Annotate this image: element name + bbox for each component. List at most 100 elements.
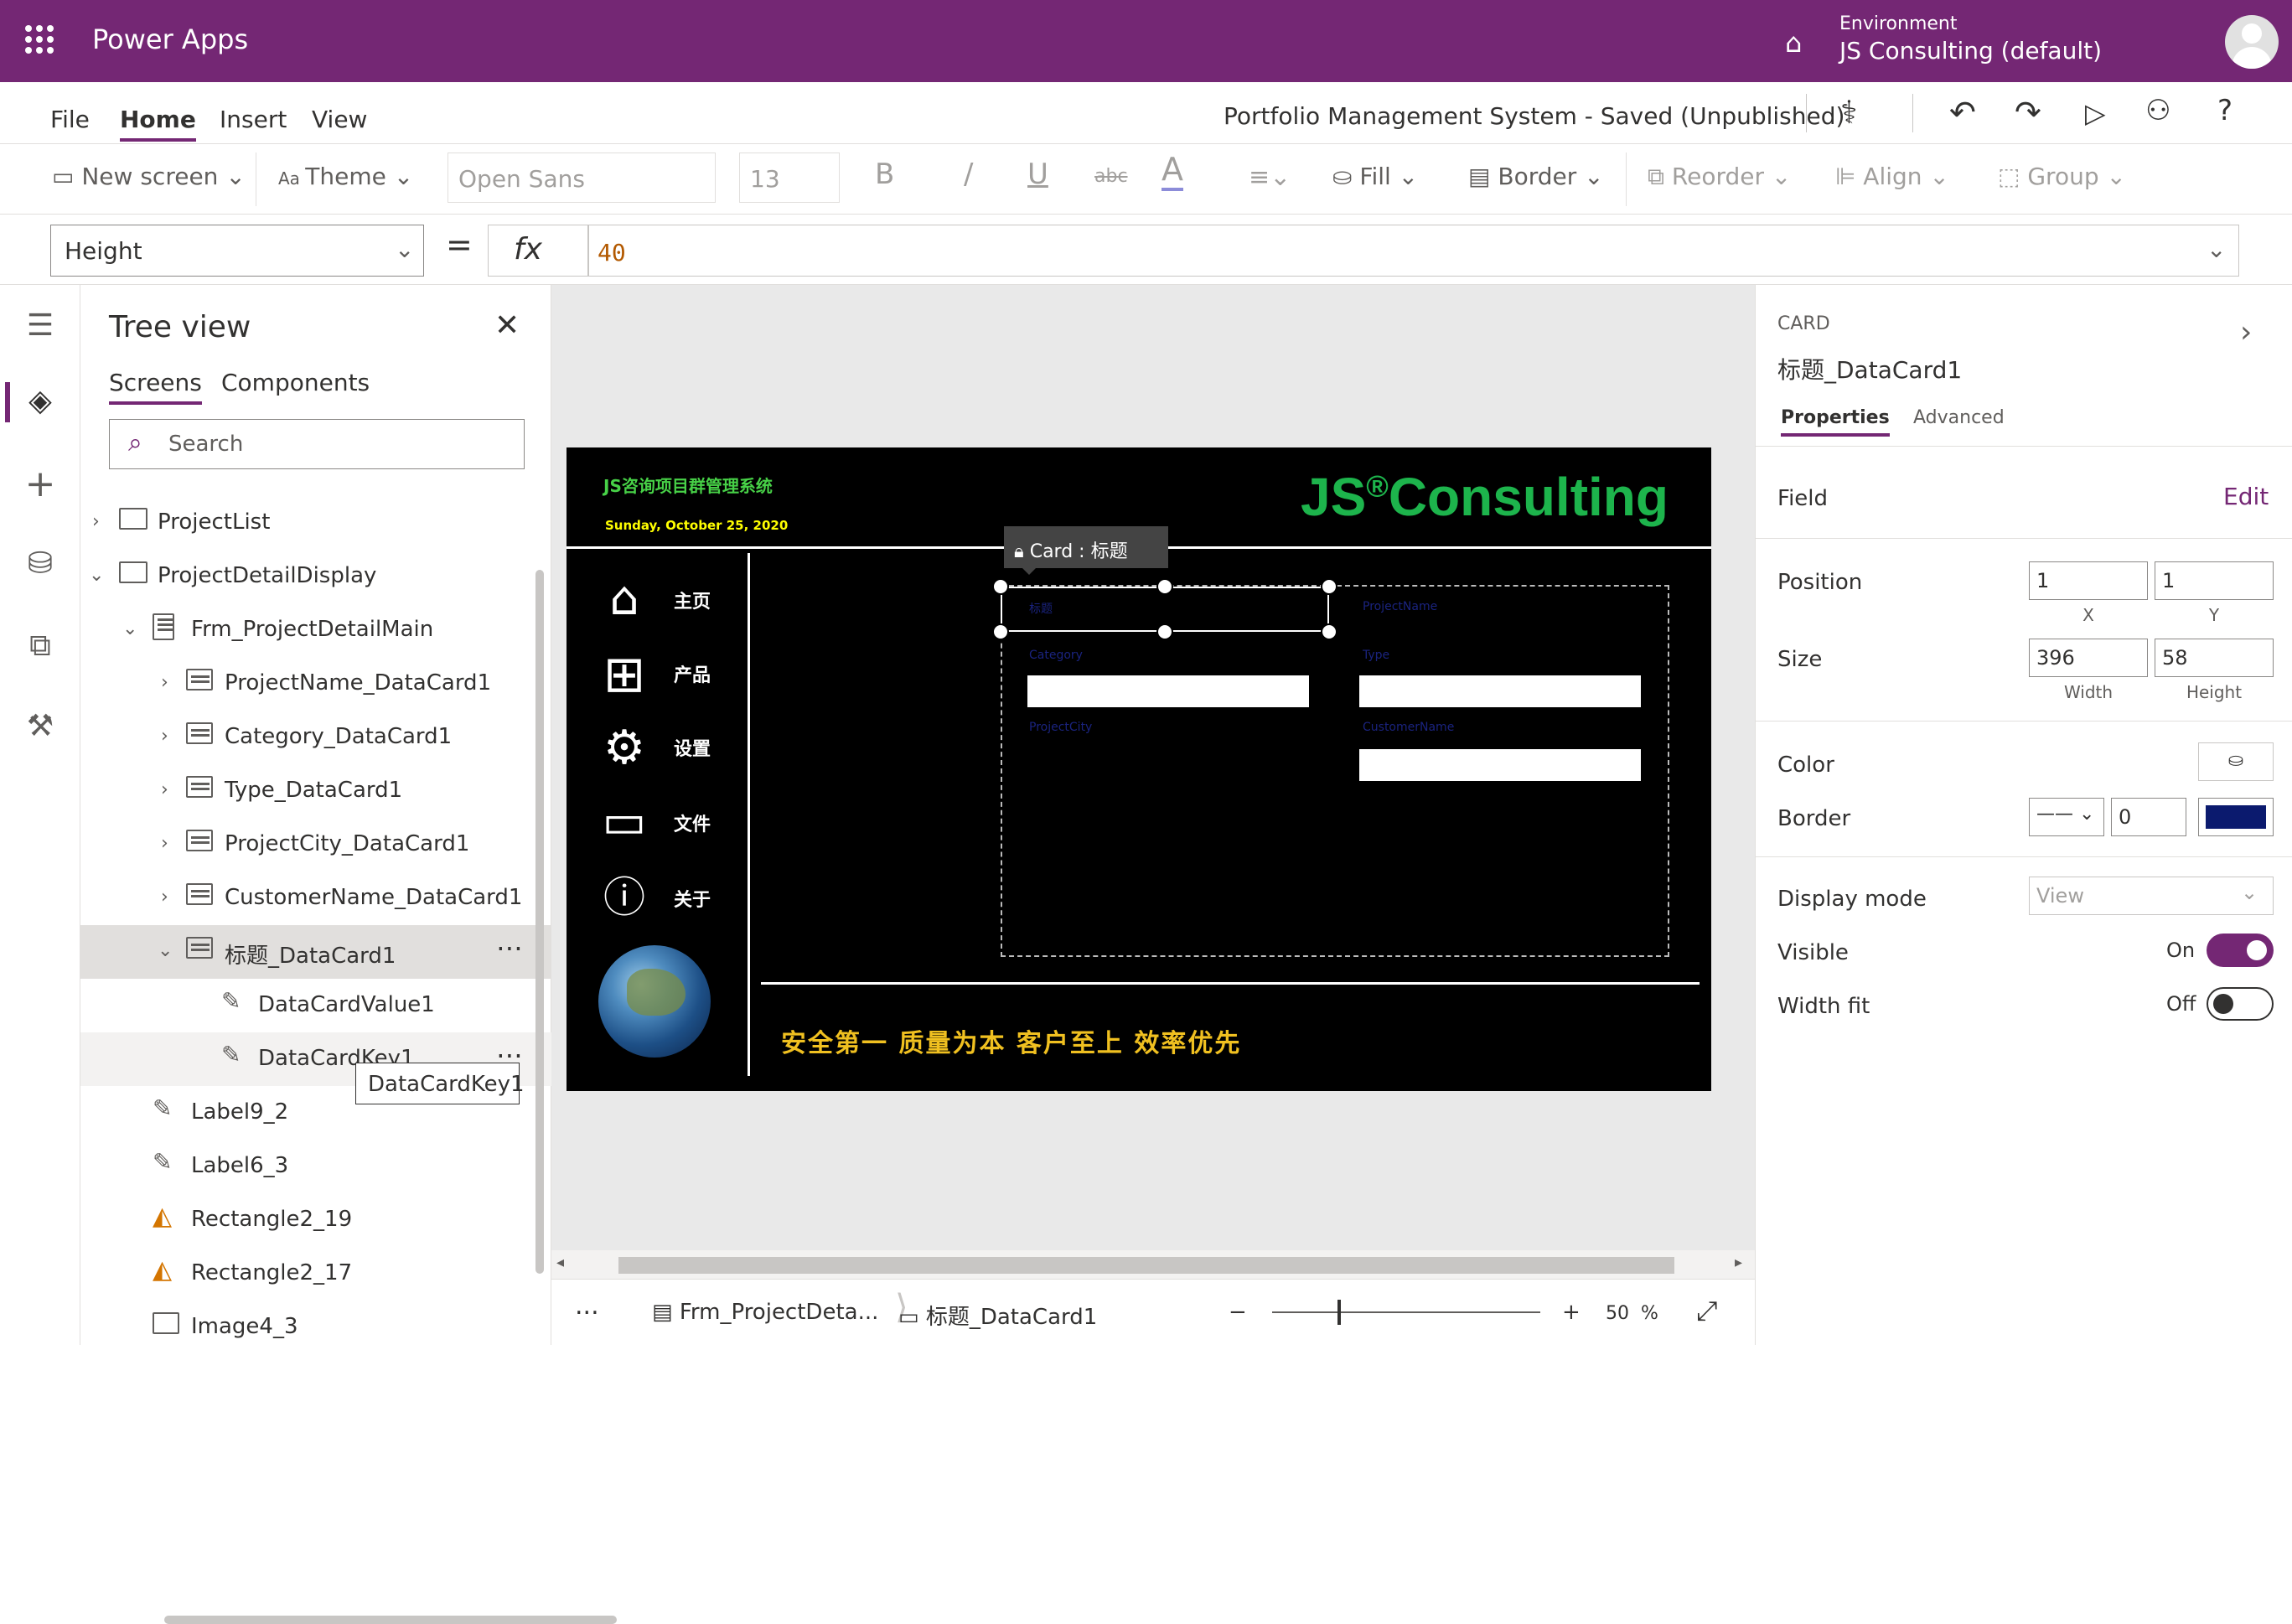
share-user-icon[interactable]: ⚇ [2145, 94, 2170, 127]
chevron-right-icon[interactable]: › [161, 726, 168, 747]
customername-input[interactable] [1359, 749, 1641, 781]
zoom-value[interactable]: 50 [1606, 1303, 1629, 1324]
display-mode-select[interactable]: View ⌄ [2029, 877, 2274, 915]
media-icon[interactable]: ⧉ [20, 628, 60, 664]
tab-components[interactable]: Components [221, 369, 370, 396]
chevron-down-icon[interactable]: ⌄ [122, 618, 137, 639]
font-color-button[interactable]: A [1162, 151, 1183, 191]
tree-view-layers-icon[interactable]: ◈ [20, 384, 60, 418]
nav-label-home[interactable]: 主页 [674, 587, 711, 613]
align-button[interactable]: ⊫ Align ⌄ [1835, 163, 1949, 190]
tab-properties[interactable]: Properties [1781, 407, 1890, 437]
info-icon[interactable]: ⓘ [597, 870, 652, 925]
user-avatar[interactable] [2225, 15, 2279, 69]
expand-formula-icon[interactable]: ⌄ [2207, 235, 2226, 263]
app-screen-preview[interactable]: JS咨询项目群管理系统 Sunday, October 25, 2020 JS®… [567, 447, 1711, 1091]
font-size-select[interactable]: 13 [739, 153, 840, 203]
chevron-right-icon[interactable]: › [161, 672, 168, 693]
tree-item[interactable]: ✎ Label6_3 [80, 1140, 551, 1193]
chevron-down-icon[interactable]: ⌄ [89, 565, 104, 586]
chevron-right-icon[interactable]: › [161, 833, 168, 854]
close-icon[interactable]: ✕ [494, 308, 520, 343]
undo-icon[interactable]: ↶ [1949, 94, 1976, 131]
nav-label-products[interactable]: 产品 [674, 660, 711, 687]
tree-item[interactable]: › ProjectCity_DataCard1 [80, 818, 551, 871]
strikethrough-button[interactable]: abc [1094, 166, 1128, 187]
advanced-tools-icon[interactable]: ⚒ [20, 709, 60, 743]
menu-file[interactable]: File [50, 106, 90, 133]
tree-item[interactable]: › ProjectName_DataCard1 [80, 657, 551, 711]
tree-horizontal-scrollbar[interactable] [164, 1616, 617, 1624]
grid-apps-icon[interactable]: ⊞ [597, 647, 652, 702]
fit-to-window-icon[interactable]: ⤢ [1696, 1295, 1718, 1327]
position-y-input[interactable]: 1 [2155, 561, 2274, 600]
app-launcher-icon[interactable] [25, 25, 54, 54]
color-picker-icon[interactable]: ⛀ [2198, 742, 2274, 781]
resize-handle[interactable] [1321, 623, 1337, 640]
chevron-right-icon[interactable]: › [161, 779, 168, 800]
tree-item[interactable]: › Type_DataCard1 [80, 764, 551, 818]
nav-label-settings[interactable]: 设置 [674, 734, 711, 761]
help-icon[interactable]: ? [2217, 94, 2233, 127]
app-name[interactable]: Power Apps [92, 23, 248, 55]
tab-advanced[interactable]: Advanced [1913, 407, 2005, 428]
tree-item[interactable]: ⌄ Frm_ProjectDetailMain [80, 603, 551, 657]
tree-item[interactable]: Image4_3 [80, 1301, 551, 1354]
tree-item[interactable]: › ProjectList [80, 496, 551, 550]
data-cylinder-icon[interactable]: ⛁ [20, 546, 60, 581]
tree-item[interactable]: › CustomerName_DataCard1 [80, 871, 551, 925]
tree-item[interactable]: › Category_DataCard1 [80, 711, 551, 764]
environment-icon[interactable]: ⌂ [1785, 27, 1802, 59]
category-input[interactable] [1027, 675, 1309, 707]
home-icon[interactable]: ⌂ [597, 572, 652, 627]
tab-screens[interactable]: Screens [109, 369, 202, 405]
environment-name[interactable]: JS Consulting (default) [1839, 37, 2102, 65]
tree-scrollbar[interactable] [535, 570, 544, 1274]
nav-label-files[interactable]: 文件 [674, 809, 711, 836]
scroll-left-icon[interactable]: ◂ [556, 1254, 564, 1271]
reorder-button[interactable]: ⧉ Reorder ⌄ [1648, 163, 1791, 191]
resize-handle[interactable] [992, 623, 1009, 640]
type-input[interactable] [1359, 675, 1641, 707]
zoom-slider-thumb[interactable] [1337, 1300, 1341, 1325]
insert-plus-icon[interactable]: + [20, 463, 60, 505]
resize-handle[interactable] [1156, 578, 1173, 595]
more-options-icon[interactable]: ⋯ [496, 932, 523, 964]
resize-handle[interactable] [1321, 578, 1337, 595]
tree-item-selected[interactable]: ⌄ 标题_DataCard1 ⋯ [80, 925, 551, 979]
width-fit-toggle[interactable] [2207, 987, 2274, 1021]
preview-play-icon[interactable]: ▷ [2085, 97, 2106, 129]
menu-home[interactable]: Home [120, 106, 196, 142]
tree-item[interactable]: ◭ Rectangle2_19 [80, 1193, 551, 1247]
position-x-input[interactable]: 1 [2029, 561, 2148, 600]
gear-icon[interactable]: ⚙ [597, 721, 652, 776]
fill-button[interactable]: ⛀ Fill ⌄ [1332, 163, 1418, 190]
redo-icon[interactable]: ↷ [2015, 94, 2041, 131]
text-align-icon[interactable]: ≡⌄ [1249, 163, 1291, 192]
border-color-swatch[interactable] [2198, 798, 2274, 836]
chevron-down-icon[interactable]: ⌄ [158, 940, 173, 961]
nav-label-about[interactable]: 关于 [674, 885, 711, 912]
chevron-right-icon[interactable]: › [161, 887, 168, 908]
bold-button[interactable]: B [875, 158, 894, 191]
border-style-select[interactable]: —— ⌄ [2029, 798, 2104, 836]
new-screen-button[interactable]: ▭ New screen ⌄ [52, 163, 246, 190]
zoom-in-button[interactable]: + [1562, 1300, 1581, 1325]
visible-toggle[interactable] [2207, 934, 2274, 967]
italic-button[interactable]: / [964, 158, 973, 191]
menu-view[interactable]: View [312, 106, 367, 133]
zoom-out-button[interactable]: − [1229, 1300, 1247, 1325]
property-select[interactable]: Height ⌄ [50, 225, 424, 277]
canvas-area[interactable]: JS咨询项目群管理系统 Sunday, October 25, 2020 JS®… [551, 285, 1755, 1250]
function-fx-button[interactable]: fx ⌄ [488, 225, 588, 298]
resize-handle[interactable] [1156, 623, 1173, 640]
collapse-panel-icon[interactable]: › [2240, 315, 2252, 349]
menu-insert[interactable]: Insert [220, 106, 287, 133]
breadcrumb-form[interactable]: ▤ Frm_ProjectDeta... [652, 1300, 878, 1325]
scroll-right-icon[interactable]: ▸ [1735, 1254, 1742, 1271]
chevron-right-icon[interactable]: › [92, 511, 100, 532]
field-edit-link[interactable]: Edit [2223, 483, 2269, 510]
group-button[interactable]: ⬚ Group ⌄ [1998, 163, 2126, 190]
tree-item[interactable]: ◭ Rectangle2_17 [80, 1247, 551, 1301]
size-height-input[interactable]: 58 [2155, 639, 2274, 677]
